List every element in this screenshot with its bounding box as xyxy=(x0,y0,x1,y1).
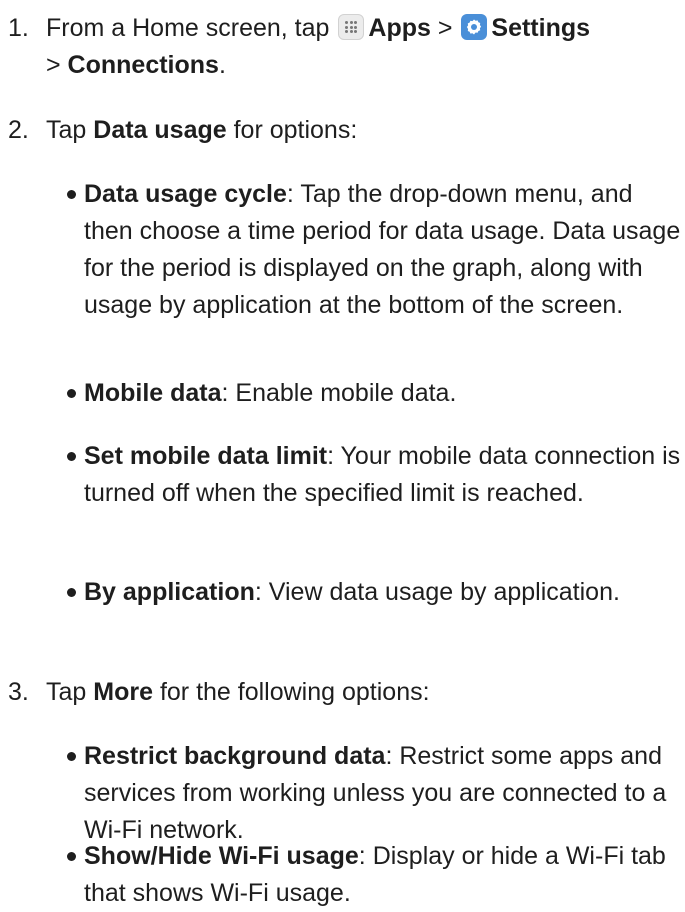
bullet-term: Mobile data xyxy=(84,379,222,407)
bullet-term: By application xyxy=(84,578,255,606)
more-label: More xyxy=(93,678,153,706)
bullet-dot xyxy=(67,852,76,861)
settings-gear-icon xyxy=(461,14,488,40)
bullet-term: Data usage cycle xyxy=(84,180,287,208)
step-number: 2. xyxy=(8,116,29,144)
step-1-text: From a Home screen, tap Apps > Settings >… xyxy=(46,14,591,79)
bullet-term: Show/Hide Wi-Fi usage xyxy=(84,842,359,870)
bullet-dot xyxy=(67,190,76,199)
bullet-dot xyxy=(67,752,76,761)
data-usage-label: Data usage xyxy=(93,116,227,144)
bullet-term: Set mobile data limit xyxy=(84,442,328,470)
step-number: 1. xyxy=(8,14,29,42)
apps-grid-icon xyxy=(338,14,365,40)
bullet-dot xyxy=(67,389,76,398)
bullet-desc: : View data usage by application. xyxy=(254,578,620,606)
bullet-desc: : Enable mobile data. xyxy=(221,379,457,407)
connections-label: Connections xyxy=(67,51,219,79)
step-3-text: Tap More for the following options: xyxy=(46,678,430,706)
bullet-dot xyxy=(67,588,76,597)
step-2-text: Tap Data usage for options: xyxy=(46,116,358,144)
bullet-term: Restrict background data xyxy=(84,742,386,770)
settings-label: Settings xyxy=(491,14,591,42)
step-number: 3. xyxy=(8,678,29,706)
apps-label: Apps xyxy=(368,14,431,42)
bullet-dot xyxy=(67,452,76,461)
